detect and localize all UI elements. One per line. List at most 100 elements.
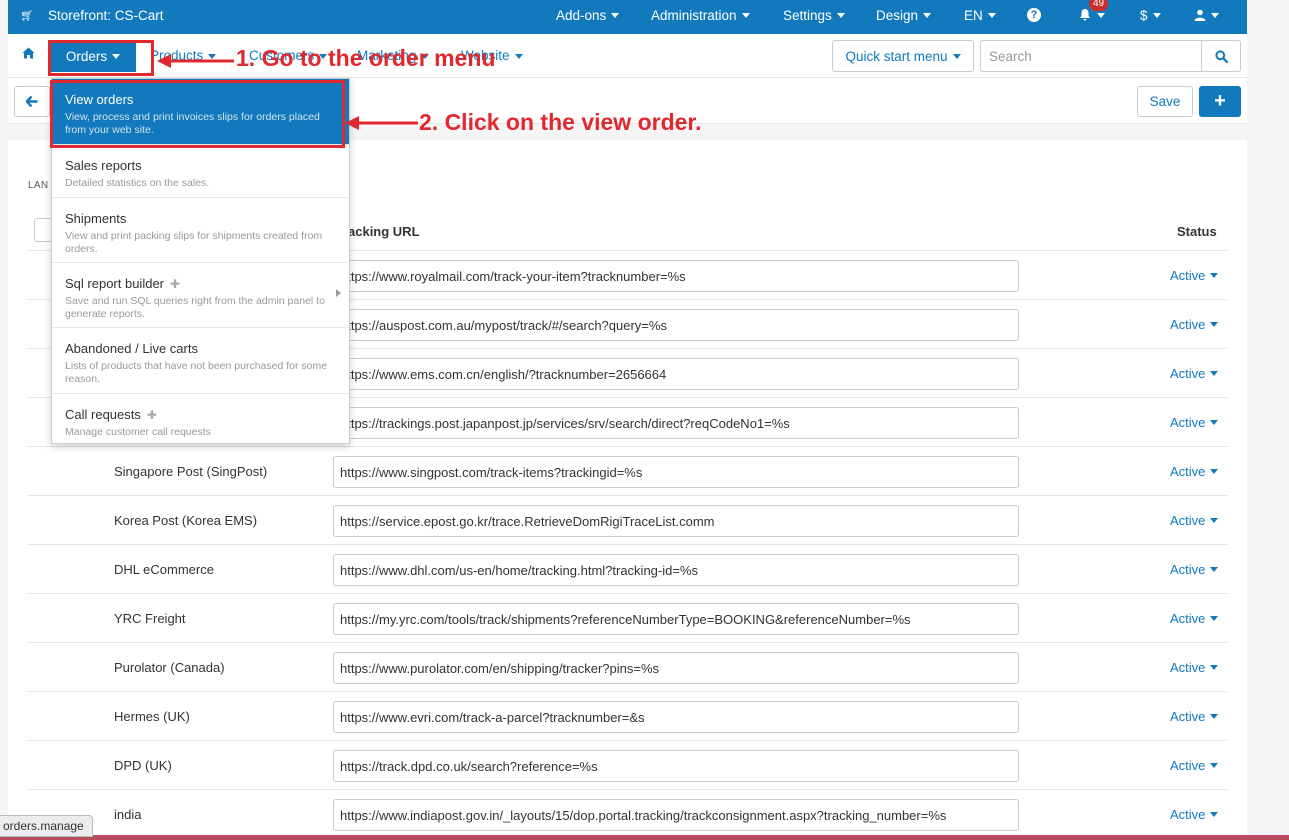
carrier-name: Korea Post (Korea EMS) (114, 513, 258, 528)
status-dropdown[interactable]: Active (1170, 692, 1219, 741)
menu-design-label: Design (876, 7, 919, 23)
status-dropdown[interactable]: Active (1170, 349, 1219, 398)
save-button[interactable]: Save (1137, 86, 1193, 117)
tracking-url-field[interactable] (333, 358, 1019, 390)
status-label: Active (1170, 415, 1206, 430)
help-button[interactable]: ? (1027, 0, 1041, 30)
tracking-url-field[interactable] (333, 260, 1019, 292)
puzzle-icon: ✚ (146, 407, 157, 422)
tracking-url-field[interactable] (333, 750, 1019, 782)
search-button[interactable] (1202, 40, 1241, 72)
chevron-down-icon (1152, 12, 1161, 18)
chevron-down-icon (1210, 812, 1219, 817)
menu-design[interactable]: Design (876, 0, 932, 30)
status-dropdown[interactable]: Active (1170, 643, 1219, 692)
table-row: Purolator (Canada) Active (27, 643, 1227, 692)
status-label: Active (1170, 758, 1206, 773)
menu-item-shipments[interactable]: Shipments View and print packing slips f… (52, 198, 349, 263)
chevron-down-icon (1210, 665, 1219, 670)
bell-icon (1080, 9, 1090, 21)
status-label: Active (1170, 562, 1206, 577)
menu-administration-label: Administration (651, 7, 737, 23)
tracking-url-field[interactable] (333, 505, 1019, 537)
status-label: Active (1170, 660, 1206, 675)
menu-language-label: EN (964, 7, 983, 23)
page-background (1247, 0, 1289, 840)
nav-products-label: Products (150, 48, 204, 63)
menu-item-title: Call requests (65, 407, 141, 422)
chevron-down-icon (1210, 322, 1219, 327)
top-bar: 🛒︎ Storefront: CS-Cart Add-ons Administr… (8, 0, 1247, 34)
user-menu[interactable] (1194, 0, 1219, 30)
status-label: Active (1170, 268, 1206, 283)
menu-item-call-requests[interactable]: Call requests ✚ Manage customer call requ… (52, 394, 349, 443)
notification-badge: 49 (1089, 0, 1109, 11)
annotation-step2: 2. Click on the view order. (419, 109, 702, 135)
menu-language[interactable]: EN (964, 0, 996, 30)
status-dropdown[interactable]: Active (1170, 398, 1219, 447)
tracking-url-field[interactable] (333, 603, 1019, 635)
chevron-down-icon (741, 12, 750, 18)
quick-start-label: Quick start menu (845, 48, 948, 64)
carrier-name: india (114, 807, 142, 822)
chevron-down-icon (1211, 12, 1219, 18)
back-button[interactable] (14, 86, 50, 117)
status-dropdown[interactable]: Active (1170, 545, 1219, 594)
storefront-link[interactable]: 🛒︎ Storefront: CS-Cart (20, 0, 164, 30)
chevron-down-icon (208, 53, 217, 59)
home-icon[interactable] (22, 47, 35, 62)
chevron-down-icon (987, 12, 996, 18)
carrier-name: YRC Freight (114, 611, 186, 626)
table-row: india Active (27, 790, 1227, 839)
status-dropdown[interactable]: Active (1170, 790, 1219, 839)
search-input[interactable] (980, 40, 1202, 72)
status-label: Active (1170, 513, 1206, 528)
menu-settings-label: Settings (783, 7, 832, 23)
menu-addons[interactable]: Add-ons (556, 0, 620, 30)
carrier-name: Purolator (Canada) (114, 660, 225, 675)
tracking-url-field[interactable] (333, 309, 1019, 341)
carrier-name: Singapore Post (SingPost) (114, 464, 268, 479)
menu-item-description: Detailed statistics on the sales. (65, 177, 210, 189)
menu-item-title: Abandoned / Live carts (65, 341, 198, 356)
tracking-url-field[interactable] (333, 799, 1019, 831)
status-label: Active (1170, 611, 1206, 626)
tracking-url-field[interactable] (333, 652, 1019, 684)
menu-administration[interactable]: Administration (651, 0, 750, 30)
carrier-name: DPD (UK) (114, 758, 172, 773)
status-dropdown[interactable]: Active (1170, 496, 1219, 545)
menu-settings[interactable]: Settings (783, 0, 845, 30)
menu-item-title: Sales reports (65, 158, 142, 173)
carrier-name: Hermes (UK) (114, 709, 190, 724)
user-icon (1194, 9, 1206, 21)
chevron-down-icon (952, 53, 961, 59)
menu-item-abandoned-carts[interactable]: Abandoned / Live carts Lists of products… (52, 328, 349, 394)
tracking-url-field[interactable] (333, 407, 1019, 439)
status-dropdown[interactable]: Active (1170, 594, 1219, 643)
tracking-url-field[interactable] (333, 701, 1019, 733)
cart-icon: 🛒︎ (20, 9, 34, 22)
menu-item-sql-report-builder[interactable]: Sql report builder ✚ Save and run SQL que… (52, 263, 349, 328)
chevron-down-icon (923, 12, 932, 18)
puzzle-icon: ✚ (170, 276, 181, 291)
notifications-button[interactable]: 49 (1078, 0, 1109, 30)
menu-item-description: Lists of products that have not been pur… (65, 360, 328, 385)
tracking-url-field[interactable] (333, 554, 1019, 586)
storefront-label: Storefront: CS-Cart (47, 7, 164, 23)
status-dropdown[interactable]: Active (1170, 447, 1219, 496)
tracking-url-field[interactable] (333, 456, 1019, 488)
help-icon: ? (1027, 8, 1041, 22)
chevron-down-icon (836, 12, 845, 18)
table-row: YRC Freight Active (27, 594, 1227, 643)
add-button[interactable]: + (1199, 86, 1241, 117)
highlight-view-orders (50, 80, 345, 148)
highlight-orders (48, 40, 154, 76)
nav-products[interactable]: Products (150, 48, 217, 63)
status-dropdown[interactable]: Active (1170, 741, 1219, 790)
quick-start-menu[interactable]: Quick start menu (832, 40, 974, 72)
menu-currency[interactable]: $ (1140, 0, 1161, 30)
carrier-name: DHL eCommerce (114, 562, 214, 577)
status-dropdown[interactable]: Active (1170, 251, 1219, 300)
status-dropdown[interactable]: Active (1170, 300, 1219, 349)
menu-item-sales-reports[interactable]: Sales reports Detailed statistics on the… (52, 145, 349, 198)
